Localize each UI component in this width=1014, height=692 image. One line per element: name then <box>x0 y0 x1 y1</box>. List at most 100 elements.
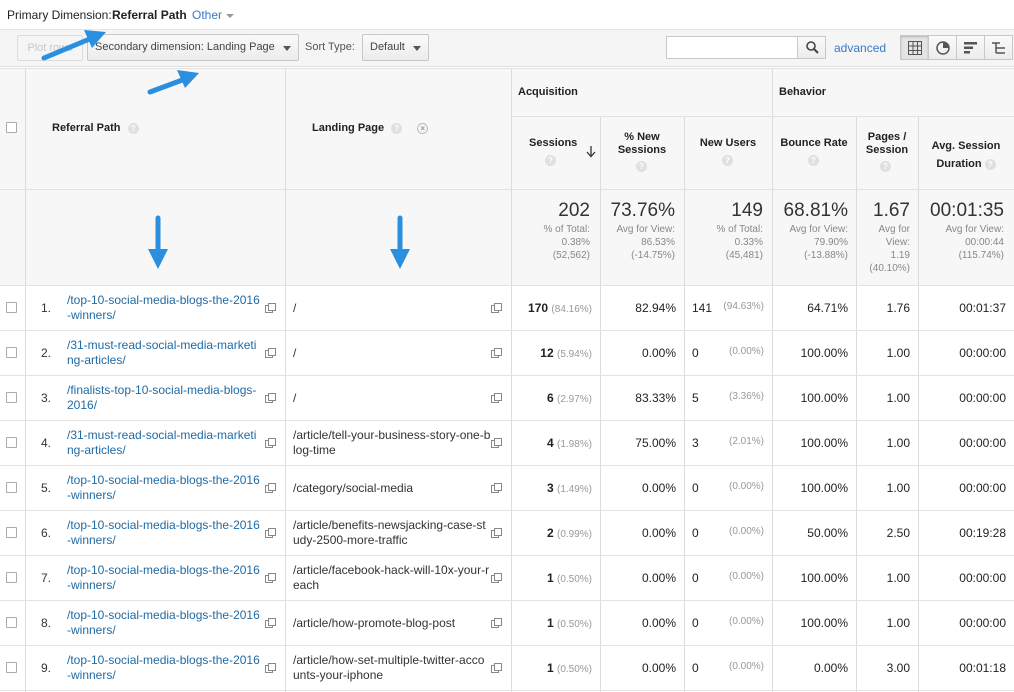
help-icon[interactable]: ? <box>984 158 996 170</box>
remove-icon[interactable]: × <box>417 122 429 134</box>
advanced-filter-link[interactable]: advanced <box>834 41 886 55</box>
total-sub: Avg for <box>878 224 911 235</box>
total-sub: (-13.88%) <box>804 250 848 261</box>
pages-session-cell: 3.00 <box>886 661 910 675</box>
popout-icon[interactable] <box>491 662 502 673</box>
referral-path-link[interactable]: /top-10-social-media-blogs-the-2016-winn… <box>67 563 263 593</box>
referral-path-link[interactable]: /31-must-read-social-media-marketing-art… <box>67 338 263 368</box>
header-bounce-rate[interactable]: Bounce Rate <box>772 137 856 149</box>
row-checkbox[interactable] <box>6 572 17 583</box>
row-checkbox[interactable] <box>6 527 17 538</box>
row-checkbox[interactable] <box>6 392 17 403</box>
help-icon[interactable]: ? <box>722 155 733 166</box>
row-checkbox[interactable] <box>6 482 17 493</box>
row-divider <box>0 465 1014 466</box>
row-checkbox[interactable] <box>6 437 17 448</box>
sort-type-dropdown[interactable]: Default <box>362 34 429 61</box>
avg-duration-cell: 00:00:00 <box>959 481 1006 495</box>
header-referral-path[interactable]: Referral Path ? <box>52 122 139 134</box>
primary-dimension-other[interactable]: Other <box>192 8 235 22</box>
sessions-cell: 3 (1.49%) <box>511 481 592 495</box>
referral-path-link[interactable]: /top-10-social-media-blogs-the-2016-winn… <box>67 608 263 638</box>
table-view-button[interactable] <box>900 35 929 60</box>
popout-icon[interactable] <box>265 617 276 628</box>
new-sessions-cell: 0.00% <box>641 571 676 585</box>
total-pages-session-detail: Avg for View: 1.19 (40.10%) <box>856 223 910 275</box>
sessions-value: 1 <box>546 571 554 585</box>
row-checkbox[interactable] <box>6 662 17 673</box>
new-users-percent: (0.00%) <box>728 571 764 582</box>
header-sessions[interactable]: Sessions <box>529 137 577 149</box>
referral-path-link[interactable]: /top-10-social-media-blogs-the-2016-winn… <box>67 293 263 323</box>
annotation-arrow-icon <box>41 30 106 61</box>
referral-path-link[interactable]: /top-10-social-media-blogs-the-2016-winn… <box>67 473 263 503</box>
new-users-value: 0 <box>692 526 699 540</box>
popout-icon[interactable] <box>265 302 276 313</box>
popout-icon[interactable] <box>265 662 276 673</box>
referral-path-link[interactable]: /top-10-social-media-blogs-the-2016-winn… <box>67 518 263 548</box>
sessions-value: 2 <box>546 526 554 540</box>
header-new-users[interactable]: New Users <box>684 137 772 149</box>
search-button[interactable] <box>797 36 826 59</box>
landing-page-value: / <box>293 391 297 405</box>
popout-icon[interactable] <box>491 617 502 628</box>
help-icon[interactable]: ? <box>391 122 403 134</box>
table-search-input[interactable] <box>666 36 798 59</box>
popout-icon[interactable] <box>491 482 502 493</box>
header-avg-session-duration[interactable]: Avg. Session Duration ? <box>918 137 1014 173</box>
header-pages-session[interactable]: Pages / Session <box>856 131 918 157</box>
primary-dimension-referral-path[interactable]: Referral Path <box>112 8 187 22</box>
sort-desc-arrow-icon[interactable] <box>586 146 596 158</box>
popout-icon[interactable] <box>491 437 502 448</box>
help-icon[interactable]: ? <box>545 155 556 166</box>
total-sub: 00:00:44 <box>965 237 1004 248</box>
new-sessions-cell: 0.00% <box>641 661 676 675</box>
annotation-arrow-icon <box>148 215 168 269</box>
popout-icon[interactable] <box>265 527 276 538</box>
total-avg-duration: 00:01:35 <box>930 200 1004 221</box>
header-landing-page[interactable]: Landing Page ? × <box>312 122 429 134</box>
header-new-sessions[interactable]: % New Sessions <box>600 131 684 157</box>
referral-path-link[interactable]: /finalists-top-10-social-media-blogs-201… <box>67 383 263 413</box>
referral-path-link[interactable]: /top-10-social-media-blogs-the-2016-winn… <box>67 653 263 683</box>
popout-icon[interactable] <box>265 347 276 358</box>
bounce-rate-cell: 100.00% <box>800 481 848 495</box>
popout-icon[interactable] <box>491 347 502 358</box>
row-checkbox[interactable] <box>6 347 17 358</box>
popout-icon[interactable] <box>265 572 276 583</box>
pie-view-button[interactable] <box>928 35 957 60</box>
header-pages-session-line1: Pages / <box>867 131 907 143</box>
bounce-rate-cell: 100.00% <box>800 391 848 405</box>
popout-icon[interactable] <box>265 392 276 403</box>
new-users-cell: 5 (3.36%) <box>684 391 764 405</box>
popout-icon[interactable] <box>265 437 276 448</box>
help-icon[interactable]: ? <box>636 161 647 172</box>
popout-icon[interactable] <box>491 527 502 538</box>
sessions-cell: 2 (0.99%) <box>511 526 592 540</box>
pages-session-cell: 1.76 <box>886 301 910 315</box>
row-checkbox[interactable] <box>6 302 17 313</box>
sessions-value: 4 <box>546 436 554 450</box>
help-icon[interactable]: ? <box>880 161 891 172</box>
referral-path-link[interactable]: /31-must-read-social-media-marketing-art… <box>67 428 263 458</box>
row-divider <box>0 285 1014 286</box>
total-sub: (-14.75%) <box>631 250 675 261</box>
landing-page-value: /article/tell-your-business-story-one-bl… <box>293 428 491 457</box>
sessions-percent: (1.98%) <box>556 439 592 450</box>
total-sub: 79.90% <box>814 237 848 248</box>
secondary-dimension-dropdown[interactable]: Secondary dimension: Landing Page <box>87 34 299 61</box>
row-index: 1. <box>40 301 51 315</box>
select-all-checkbox[interactable] <box>6 122 17 133</box>
help-icon[interactable]: ? <box>127 122 139 134</box>
avg-duration-cell: 00:01:18 <box>959 661 1006 675</box>
popout-icon[interactable] <box>265 482 276 493</box>
popout-icon[interactable] <box>491 302 502 313</box>
help-icon[interactable]: ? <box>808 155 819 166</box>
landing-page-value: / <box>293 301 297 315</box>
row-checkbox[interactable] <box>6 617 17 628</box>
performance-view-button[interactable] <box>956 35 985 60</box>
new-sessions-cell: 0.00% <box>641 346 676 360</box>
popout-icon[interactable] <box>491 572 502 583</box>
pivot-view-button[interactable] <box>984 35 1013 60</box>
popout-icon[interactable] <box>491 392 502 403</box>
